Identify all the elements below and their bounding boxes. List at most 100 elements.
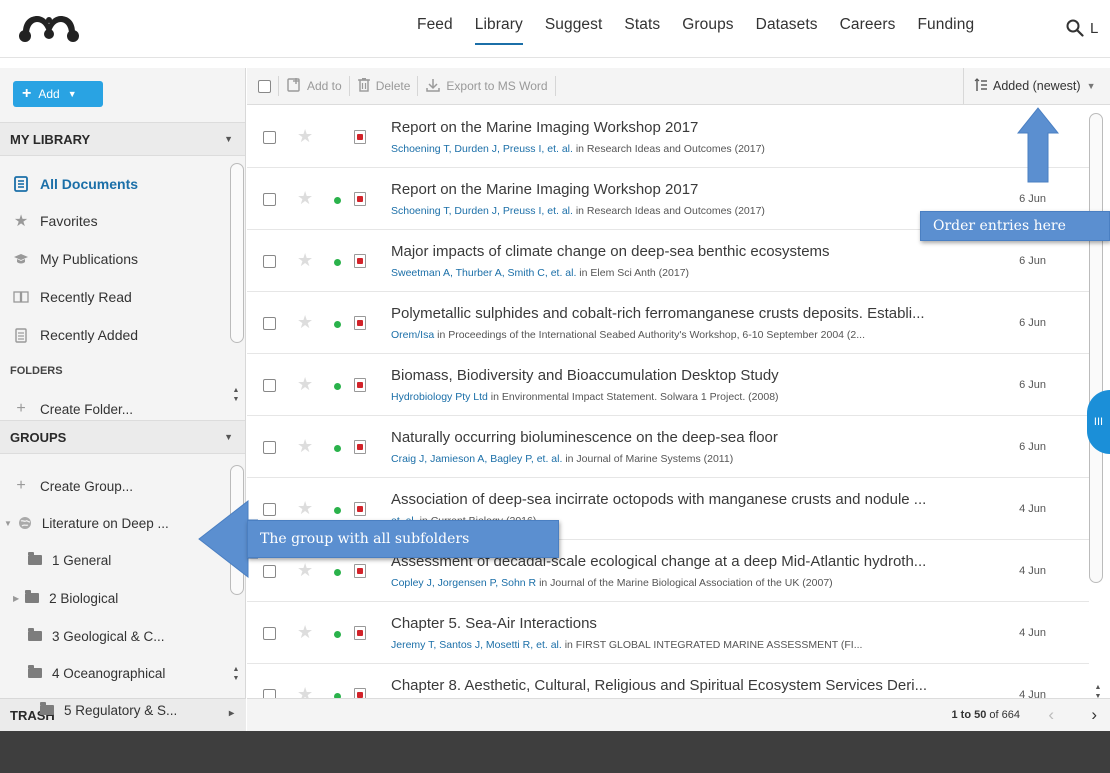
pdf-icon[interactable] <box>354 130 366 144</box>
document-list-scrollbar[interactable] <box>1089 113 1103 583</box>
document-authors[interactable]: Schoening T, Durden J, Preuss I, et. al. <box>391 143 573 155</box>
star-icon[interactable]: ★ <box>297 188 313 209</box>
row-checkbox[interactable] <box>263 193 276 206</box>
nav-suggest[interactable]: Suggest <box>545 16 603 45</box>
graduation-cap-icon <box>12 251 30 267</box>
my-library-label: MY LIBRARY <box>10 131 91 147</box>
add-button[interactable]: + Add ▼ <box>13 81 103 107</box>
nav-library[interactable]: Library <box>474 16 523 45</box>
nav-stats[interactable]: Stats <box>624 16 660 45</box>
read-status-dot <box>334 507 341 514</box>
document-authors[interactable]: Orem/Isa <box>391 329 434 341</box>
document-row[interactable]: ★ Naturally occurring bioluminescence on … <box>247 416 1089 478</box>
pdf-icon[interactable] <box>354 254 366 268</box>
groups-scroll-arrows[interactable]: ▲ ▼ <box>231 665 241 683</box>
search-button[interactable]: L <box>1066 13 1110 43</box>
document-title[interactable]: Biomass, Biodiversity and Bioaccumulatio… <box>391 367 991 384</box>
star-icon[interactable]: ★ <box>297 312 313 333</box>
callout-group-subfolders: The group with all subfolders <box>247 520 559 558</box>
document-source: in Environmental Impact Statement. Solwa… <box>487 391 779 403</box>
previous-page-icon[interactable]: ‹ <box>1048 705 1054 725</box>
star-icon[interactable]: ★ <box>297 436 313 457</box>
create-folder-button[interactable]: + Create Folder... <box>12 398 133 420</box>
star-icon[interactable]: ★ <box>297 250 313 271</box>
next-page-icon[interactable]: › <box>1091 705 1097 725</box>
sidebar-item-recently-added[interactable]: Recently Added <box>12 324 138 346</box>
document-authors[interactable]: Copley J, Jorgensen P, Sohn R <box>391 577 536 589</box>
document-title[interactable]: Chapter 8. Aesthetic, Cultural, Religiou… <box>391 677 991 694</box>
nav-groups[interactable]: Groups <box>682 16 733 45</box>
sidebar-item-all-documents[interactable]: All Documents <box>12 173 138 195</box>
sort-dropdown[interactable]: Added (newest) ▼ <box>963 68 1110 104</box>
pdf-icon[interactable] <box>354 502 366 516</box>
nav-datasets[interactable]: Datasets <box>756 16 818 45</box>
add-to-button[interactable]: Add to <box>286 77 342 96</box>
row-checkbox[interactable] <box>263 565 276 578</box>
subfolder-geological[interactable]: 3 Geological & C... <box>28 625 165 647</box>
star-icon[interactable]: ★ <box>297 498 313 519</box>
subfolder-label: 4 Oceanographical <box>52 665 166 681</box>
subfolder-oceanographical[interactable]: 4 Oceanographical <box>28 662 165 684</box>
star-icon[interactable]: ★ <box>297 374 313 395</box>
select-all-checkbox[interactable] <box>258 79 271 93</box>
document-row[interactable]: ★ Chapter 5. Sea-Air Interactions Jeremy T… <box>247 602 1089 664</box>
nav-funding[interactable]: Funding <box>917 16 974 45</box>
nav-careers[interactable]: Careers <box>840 16 896 45</box>
my-library-header[interactable]: MY LIBRARY ▼ <box>0 122 245 156</box>
expand-arrow-icon[interactable]: ▼ <box>4 519 12 528</box>
export-button[interactable]: Export to MS Word <box>425 77 548 96</box>
document-authors[interactable]: Hydrobiology Pty Ltd <box>391 391 488 403</box>
document-authors[interactable]: Jeremy T, Santos J, Mosetti R, et. al. <box>391 639 562 651</box>
pdf-icon[interactable] <box>354 316 366 330</box>
pdf-icon[interactable] <box>354 192 366 206</box>
star-icon[interactable]: ★ <box>297 622 313 643</box>
group-literature-on-deep[interactable]: ▼ Literature on Deep ... <box>4 512 169 534</box>
pdf-icon[interactable] <box>354 440 366 454</box>
document-title[interactable]: Chapter 5. Sea-Air Interactions <box>391 615 991 632</box>
row-checkbox[interactable] <box>263 441 276 454</box>
book-icon <box>12 289 30 305</box>
subfolder-regulatory[interactable]: 5 Regulatory & S... <box>40 698 177 722</box>
nav-feed[interactable]: Feed <box>417 16 453 45</box>
document-title[interactable]: Polymetallic sulphides and cobalt-rich f… <box>391 305 991 322</box>
groups-header[interactable]: GROUPS ▼ <box>0 420 245 454</box>
mendeley-logo[interactable] <box>17 10 81 44</box>
expand-arrow-icon[interactable]: ▶ <box>13 594 19 603</box>
folder-icon <box>40 702 54 718</box>
document-authors[interactable]: Sweetman A, Thurber A, Smith C, et. al. <box>391 267 576 279</box>
document-authors[interactable]: Craig J, Jamieson A, Bagley P, et. al. <box>391 453 562 465</box>
document-row[interactable]: ★ Polymetallic sulphides and cobalt-rich … <box>247 292 1089 354</box>
read-status-dot <box>334 197 341 204</box>
document-title[interactable]: Major impacts of climate change on deep-… <box>391 243 991 260</box>
sidebar-item-favorites[interactable]: ★ Favorites <box>12 210 98 232</box>
star-icon[interactable]: ★ <box>297 126 313 147</box>
library-scrollbar[interactable] <box>230 163 244 343</box>
row-checkbox[interactable] <box>263 379 276 392</box>
row-checkbox[interactable] <box>263 131 276 144</box>
document-row[interactable]: ★ Biomass, Biodiversity and Bioaccumulati… <box>247 354 1089 416</box>
delete-button[interactable]: Delete <box>357 77 410 96</box>
row-checkbox[interactable] <box>263 317 276 330</box>
group-name: Literature on Deep ... <box>41 515 169 531</box>
subfolder-general[interactable]: 1 General <box>28 549 111 571</box>
folders-scroll-arrows[interactable]: ▲ ▼ <box>231 386 241 404</box>
pdf-icon[interactable] <box>354 626 366 640</box>
document-row[interactable]: ★ Report on the Marine Imaging Workshop 2… <box>247 106 1089 168</box>
pdf-icon[interactable] <box>354 378 366 392</box>
create-group-button[interactable]: + Create Group... <box>12 475 133 497</box>
details-panel-toggle[interactable]: III <box>1087 390 1110 454</box>
document-title[interactable]: Naturally occurring bioluminescence on t… <box>391 429 991 446</box>
sidebar-item-label: Recently Added <box>40 327 139 343</box>
document-authors[interactable]: Schoening T, Durden J, Preuss I, et. al. <box>391 205 573 217</box>
document-title[interactable]: Association of deep-sea incirrate octopo… <box>391 491 991 508</box>
sidebar-item-recently-read[interactable]: Recently Read <box>12 286 132 308</box>
row-checkbox[interactable] <box>263 503 276 516</box>
sidebar-item-my-publications[interactable]: My Publications <box>12 248 138 270</box>
row-checkbox[interactable] <box>263 255 276 268</box>
star-icon[interactable]: ★ <box>297 560 313 581</box>
document-title[interactable]: Report on the Marine Imaging Workshop 20… <box>391 119 991 136</box>
document-title[interactable]: Report on the Marine Imaging Workshop 20… <box>391 181 991 198</box>
subfolder-biological[interactable]: ▶ 2 Biological <box>13 587 118 609</box>
pdf-icon[interactable] <box>354 564 366 578</box>
row-checkbox[interactable] <box>263 627 276 640</box>
